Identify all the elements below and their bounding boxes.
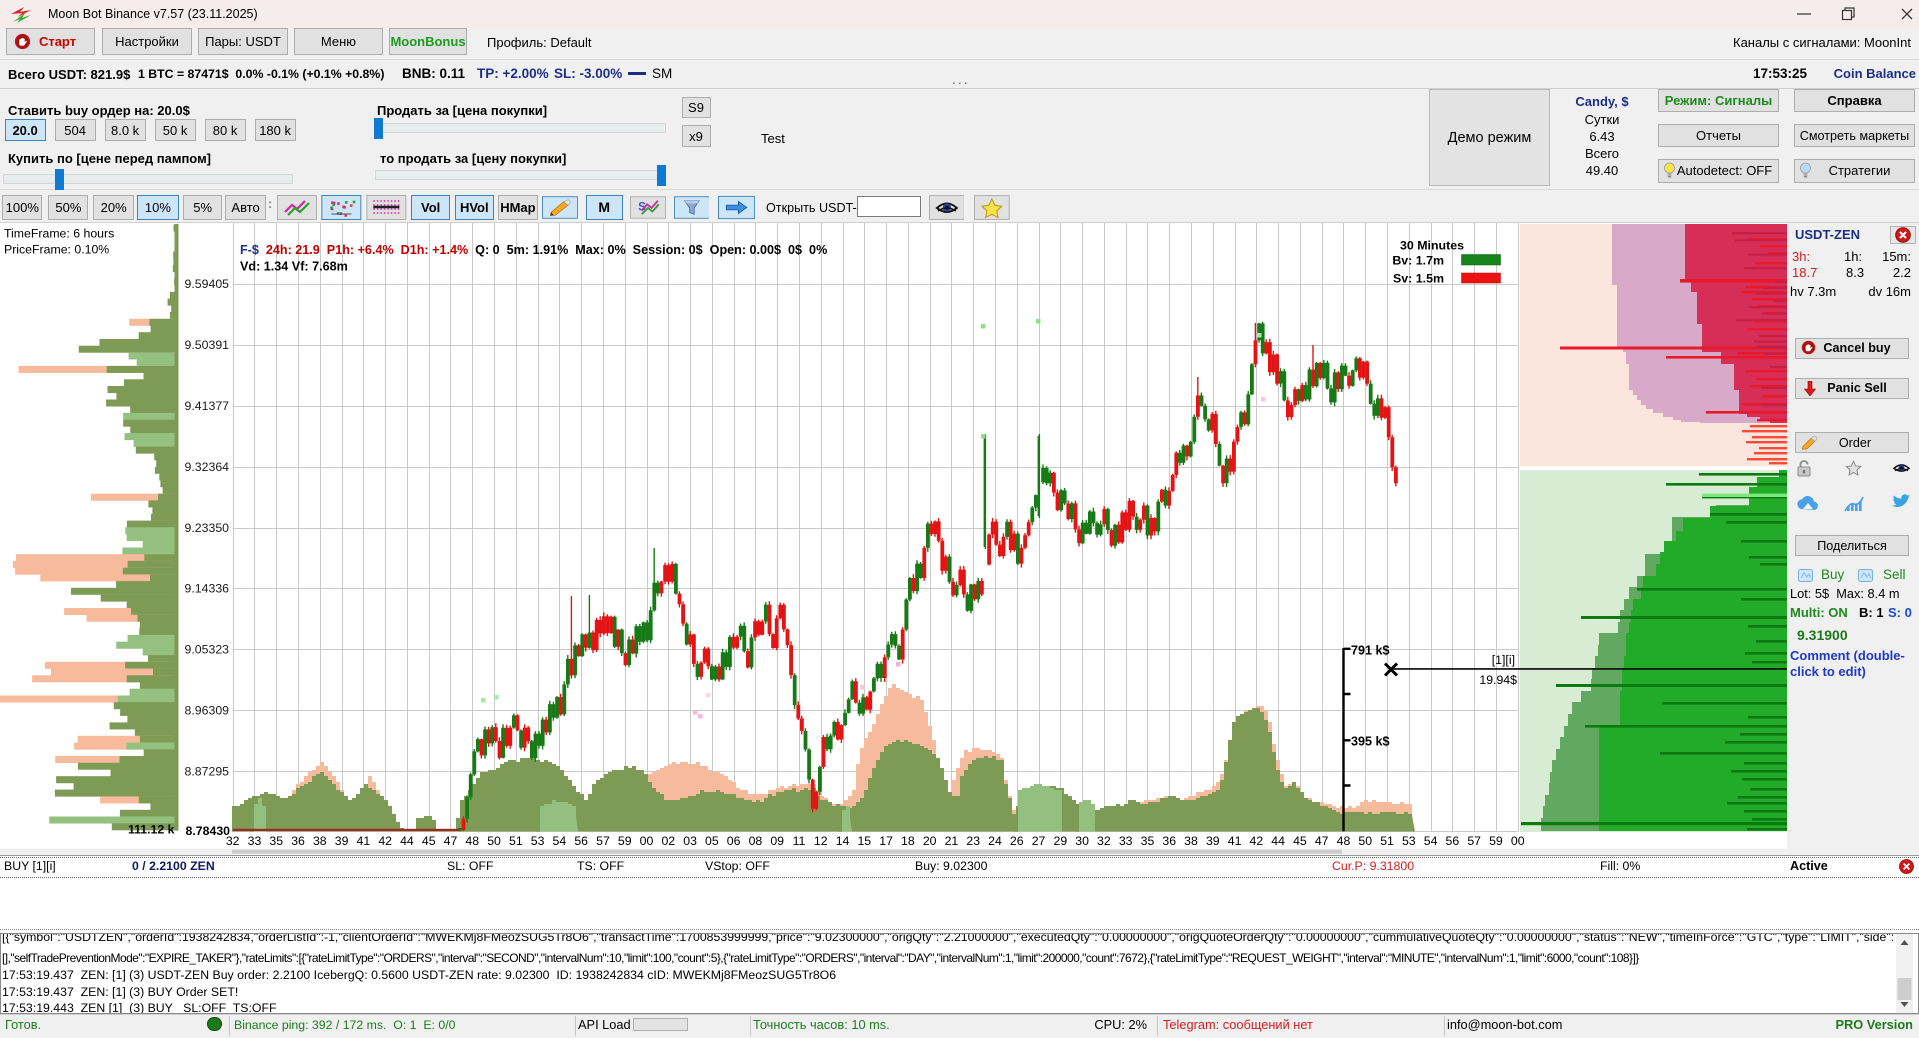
svg-text:02: 02 (661, 834, 675, 848)
svg-text:32: 32 (226, 834, 240, 848)
svg-text:30: 30 (1075, 834, 1089, 848)
svg-text:32: 32 (1097, 834, 1111, 848)
svg-text:06: 06 (727, 834, 741, 848)
svg-text:14: 14 (836, 834, 850, 848)
svg-text:42: 42 (378, 834, 392, 848)
svg-text:Sv: 1.5m: Sv: 1.5m (1393, 272, 1444, 286)
svg-text:45: 45 (422, 834, 436, 848)
svg-text:08: 08 (749, 834, 763, 848)
svg-text:35: 35 (1141, 834, 1155, 848)
svg-text:44: 44 (400, 834, 414, 848)
svg-text:53: 53 (531, 834, 545, 848)
svg-text:20: 20 (923, 834, 937, 848)
svg-text:F-$ 24h: 21.9 P1h: +6.4% D1: F-$ 24h: 21.9 P1h: +6.4% D1h: +1.4% Q: 0… (240, 243, 827, 257)
svg-text:36: 36 (291, 834, 305, 848)
svg-text:8.87295: 8.87295 (185, 764, 230, 778)
svg-text:50: 50 (487, 834, 501, 848)
svg-text:33: 33 (1119, 834, 1133, 848)
svg-text:17: 17 (879, 834, 893, 848)
svg-text:59: 59 (1489, 834, 1503, 848)
svg-text:51: 51 (1380, 834, 1394, 848)
svg-text:12: 12 (814, 834, 828, 848)
svg-text:00: 00 (1511, 834, 1525, 848)
svg-text:48: 48 (1337, 834, 1351, 848)
svg-text:791 k$: 791 k$ (1351, 644, 1390, 658)
svg-text:9.59405: 9.59405 (185, 277, 230, 291)
svg-text:59: 59 (618, 834, 632, 848)
svg-text:47: 47 (1315, 834, 1329, 848)
svg-text:09: 09 (770, 834, 784, 848)
svg-text:29: 29 (1053, 834, 1067, 848)
svg-text:39: 39 (1206, 834, 1220, 848)
svg-text:Bv: 1.7m: Bv: 1.7m (1392, 254, 1444, 268)
svg-text:21: 21 (945, 834, 959, 848)
svg-text:9.50391: 9.50391 (185, 338, 230, 352)
svg-text:35: 35 (269, 834, 283, 848)
svg-text:8.96309: 8.96309 (185, 704, 230, 718)
svg-text:56: 56 (1446, 834, 1460, 848)
svg-text:05: 05 (705, 834, 719, 848)
svg-text:41: 41 (1228, 834, 1242, 848)
svg-text:47: 47 (444, 834, 458, 848)
svg-text:9.05323: 9.05323 (185, 643, 230, 657)
svg-text:57: 57 (596, 834, 610, 848)
svg-text:54: 54 (1424, 834, 1438, 848)
svg-text:48: 48 (465, 834, 479, 848)
svg-text:53: 53 (1402, 834, 1416, 848)
svg-text:24: 24 (988, 834, 1002, 848)
svg-text:395 k$: 395 k$ (1351, 735, 1390, 749)
svg-text:33: 33 (248, 834, 262, 848)
svg-text:15: 15 (857, 834, 871, 848)
svg-text:19.94$: 19.94$ (1479, 673, 1517, 687)
svg-text:42: 42 (1250, 834, 1264, 848)
svg-text:36: 36 (1162, 834, 1176, 848)
svg-text:Vd: 1.34 Vf: 7.68m: Vd: 1.34 Vf: 7.68m (240, 260, 348, 274)
svg-text:26: 26 (1010, 834, 1024, 848)
svg-text:51: 51 (509, 834, 523, 848)
svg-text:38: 38 (313, 834, 327, 848)
svg-text:03: 03 (683, 834, 697, 848)
svg-text:9.23350: 9.23350 (185, 521, 230, 535)
svg-text:41: 41 (357, 834, 371, 848)
svg-text:9.32364: 9.32364 (185, 460, 230, 474)
svg-text:111.12 k: 111.12 k (128, 823, 175, 837)
svg-text:50: 50 (1358, 834, 1372, 848)
svg-text:44: 44 (1271, 834, 1285, 848)
svg-text:39: 39 (335, 834, 349, 848)
svg-text:56: 56 (574, 834, 588, 848)
svg-text:57: 57 (1467, 834, 1481, 848)
svg-text:PriceFrame: 0.10%: PriceFrame: 0.10% (4, 243, 109, 257)
svg-text:45: 45 (1293, 834, 1307, 848)
svg-text:8.78430: 8.78430 (186, 824, 231, 838)
svg-text:9.14336: 9.14336 (185, 582, 230, 596)
svg-text:9.41377: 9.41377 (185, 399, 230, 413)
svg-text:23: 23 (966, 834, 980, 848)
svg-text:11: 11 (793, 834, 806, 848)
svg-text:18: 18 (901, 834, 915, 848)
svg-text:30 Minutes: 30 Minutes (1400, 239, 1464, 253)
svg-text:00: 00 (640, 834, 654, 848)
svg-text:27: 27 (1032, 834, 1046, 848)
svg-text:54: 54 (553, 834, 567, 848)
svg-text:[1][i]: [1][i] (1492, 653, 1515, 667)
svg-text:TimeFrame: 6 hours: TimeFrame: 6 hours (4, 227, 114, 241)
svg-text:38: 38 (1184, 834, 1198, 848)
